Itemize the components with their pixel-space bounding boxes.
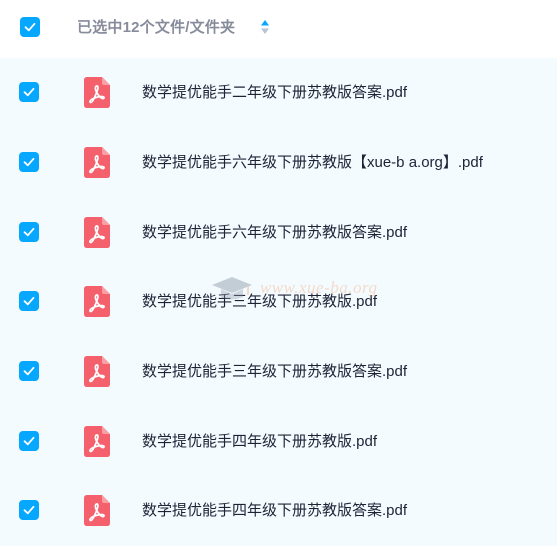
pdf-file-icon	[84, 356, 110, 387]
pdf-file-icon	[84, 77, 110, 108]
check-icon	[23, 505, 35, 515]
pdf-file-icon	[84, 147, 110, 178]
pdf-file-icon	[84, 217, 110, 248]
file-checkbox[interactable]	[19, 500, 39, 520]
file-checkbox[interactable]	[19, 222, 39, 242]
pdf-file-icon	[84, 426, 110, 457]
file-list-header: 已选中12个文件/文件夹	[0, 0, 557, 58]
check-icon	[23, 87, 35, 97]
file-checkbox[interactable]	[19, 361, 39, 381]
select-all-checkbox[interactable]	[20, 17, 40, 37]
file-checkbox[interactable]	[19, 291, 39, 311]
file-row[interactable]: 数学提优能手三年级下册苏教版.pdf	[0, 267, 557, 337]
check-icon	[23, 296, 35, 306]
file-name[interactable]: 数学提优能手二年级下册苏教版答案.pdf	[142, 82, 407, 104]
file-checkbox[interactable]	[19, 152, 39, 172]
file-row[interactable]: 数学提优能手二年级下册苏教版答案.pdf	[0, 58, 557, 128]
file-row[interactable]: 数学提优能手六年级下册苏教版答案.pdf	[0, 198, 557, 268]
file-row[interactable]: 数学提优能手三年级下册苏教版答案.pdf	[0, 337, 557, 407]
file-checkbox[interactable]	[19, 431, 39, 451]
file-name[interactable]: 数学提优能手三年级下册苏教版答案.pdf	[142, 361, 407, 383]
file-row[interactable]: 数学提优能手四年级下册苏教版.pdf	[0, 407, 557, 477]
pdf-file-icon	[84, 286, 110, 317]
check-icon	[24, 22, 36, 32]
pdf-file-icon	[84, 495, 110, 526]
file-name[interactable]: 数学提优能手六年级下册苏教版【xue-b a.org】.pdf	[142, 152, 483, 174]
check-icon	[23, 157, 35, 167]
sort-icon[interactable]	[258, 17, 272, 37]
file-list: 数学提优能手二年级下册苏教版答案.pdf 数学提优能手六年级下册苏教版【xue-b…	[0, 58, 557, 546]
check-icon	[23, 436, 35, 446]
file-name[interactable]: 数学提优能手三年级下册苏教版.pdf	[142, 291, 377, 313]
file-row[interactable]: 数学提优能手四年级下册苏教版答案.pdf	[0, 476, 557, 546]
check-icon	[23, 366, 35, 376]
file-name[interactable]: 数学提优能手六年级下册苏教版答案.pdf	[142, 222, 407, 244]
check-icon	[23, 227, 35, 237]
file-name[interactable]: 数学提优能手四年级下册苏教版.pdf	[142, 431, 377, 453]
selection-count-label: 已选中12个文件/文件夹	[77, 19, 236, 36]
file-name[interactable]: 数学提优能手四年级下册苏教版答案.pdf	[142, 500, 407, 522]
file-row[interactable]: 数学提优能手六年级下册苏教版【xue-b a.org】.pdf	[0, 128, 557, 198]
file-checkbox[interactable]	[19, 82, 39, 102]
